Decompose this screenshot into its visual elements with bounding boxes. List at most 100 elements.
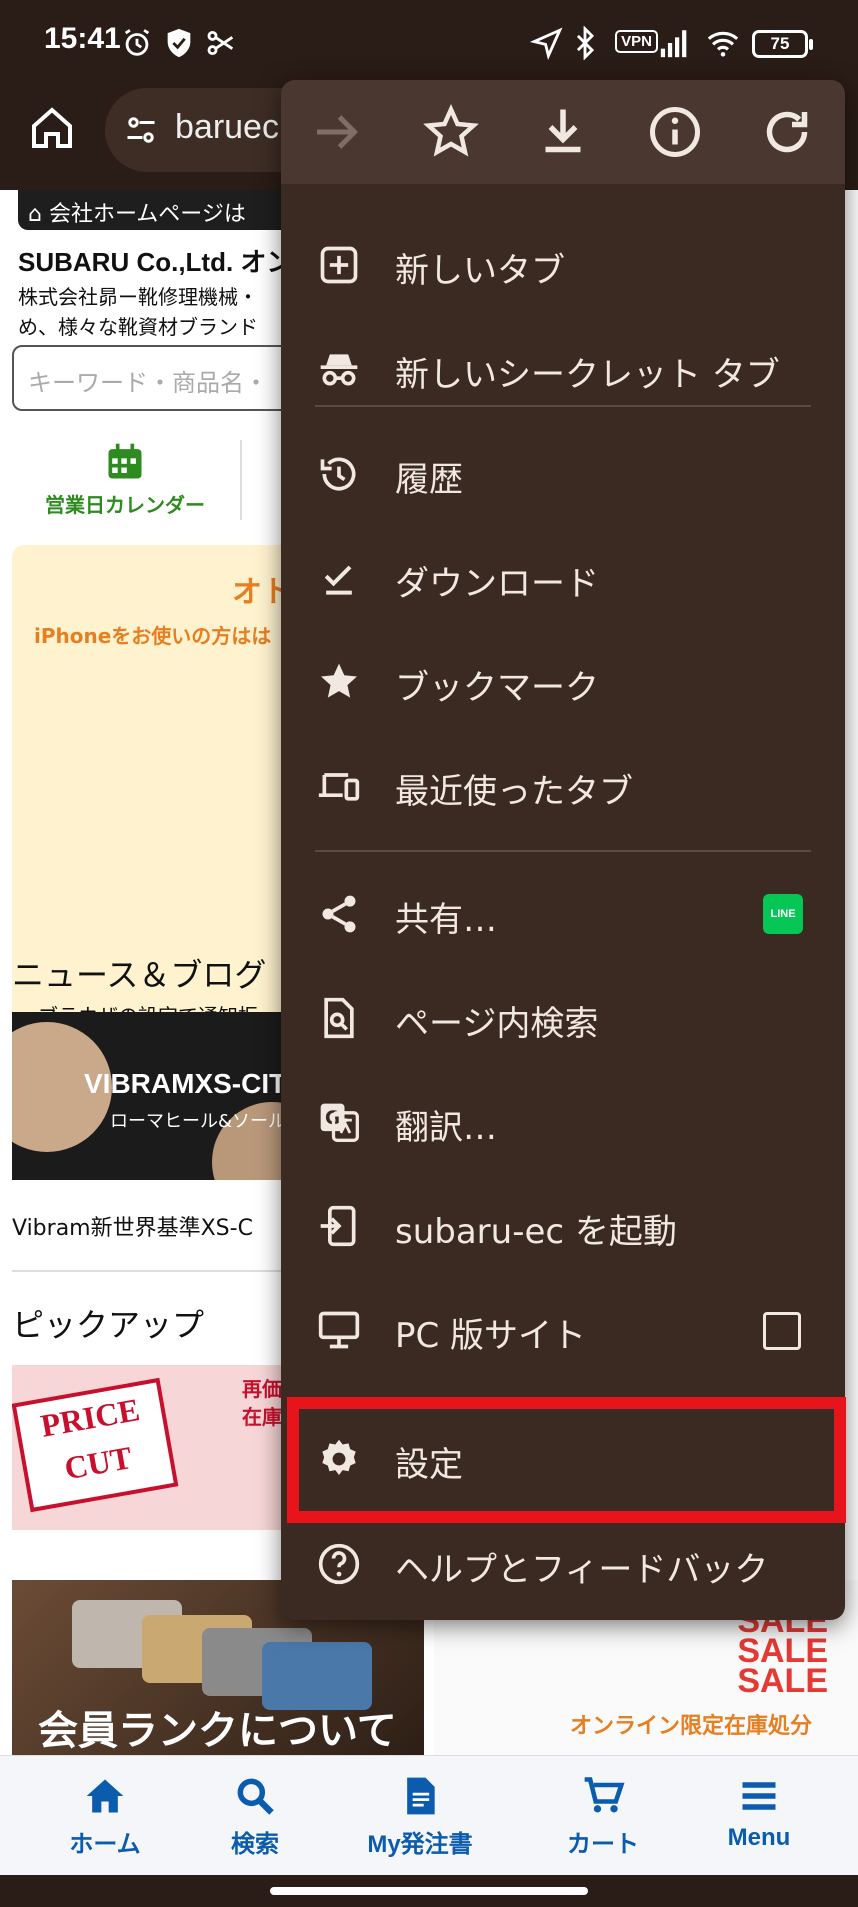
menu-item-settings[interactable]: 設定 (281, 1407, 845, 1511)
sale-text: SALE (737, 1662, 828, 1700)
alarm-icon (124, 29, 150, 56)
menu-item-recent-tabs[interactable]: 最近使ったタブ (281, 734, 845, 838)
menu-item-translate[interactable]: G 翻訳… (281, 1070, 845, 1174)
star-icon[interactable] (421, 102, 481, 162)
find-in-page-icon (324, 997, 354, 1039)
incognito-icon (320, 354, 358, 386)
devices-icon (318, 773, 360, 801)
nav-label: Menu (727, 1824, 791, 1851)
menu-item-label: subaru-ec を起動 (395, 1212, 677, 1252)
menu-item-label: ページ内検索 (395, 1004, 599, 1044)
cart-icon (584, 1777, 625, 1813)
menu-icon (742, 1782, 776, 1810)
url-text: baruec. (175, 108, 289, 146)
nav-label: My発注書 (367, 1831, 473, 1858)
location-icon (530, 27, 563, 60)
sale-subtitle: オンライン限定在庫処分 (570, 1714, 813, 1739)
nav-home[interactable]: ホーム (30, 1774, 180, 1859)
gesture-bar (0, 1875, 858, 1907)
company-description: 株式会社昴ー靴修理機械・ め、様々な靴資材ブランド (18, 282, 278, 342)
bookmark-star-icon (321, 663, 357, 698)
description-line: 株式会社昴ー靴修理機械・ (18, 285, 258, 309)
open-app-icon (320, 1205, 356, 1247)
clock: 15:41 (44, 22, 121, 55)
calendar-icon (108, 443, 142, 479)
nav-label: カート (567, 1831, 639, 1858)
line-app-icon[interactable]: LINE (763, 894, 803, 934)
refresh-icon[interactable] (757, 102, 817, 162)
menu-item-label: 共有… (395, 900, 497, 940)
desktop-site-checkbox[interactable] (763, 1312, 801, 1350)
home-icon (86, 1779, 124, 1813)
new-tab-icon (320, 246, 358, 284)
nav-menu[interactable]: Menu (684, 1774, 834, 1852)
bottom-nav: ホーム 検索 My発注書 カート Menu (0, 1755, 858, 1875)
menu-item-label: 新しいシークレット タブ (395, 355, 780, 395)
menu-item-label: PC 版サイト (395, 1316, 587, 1356)
menu-item-desktop-site[interactable]: PC 版サイト (281, 1278, 845, 1382)
nav-search[interactable]: 検索 (180, 1774, 330, 1859)
menu-item-label: 新しいタブ (395, 251, 565, 291)
history-icon (320, 457, 356, 491)
pickup-heading: ピックアップ (12, 1306, 205, 1344)
menu-item-label: 翻訳… (395, 1108, 497, 1148)
share-icon (322, 895, 356, 933)
calendar-label: 営業日カレンダー (45, 493, 205, 517)
news-heading: ニュース＆ブログ (12, 956, 267, 994)
search-icon (237, 1778, 274, 1815)
info-icon[interactable] (645, 102, 705, 162)
menu-item-history[interactable]: 履歴 (281, 422, 845, 526)
scissors-icon (207, 30, 234, 56)
nav-cart[interactable]: カート (528, 1774, 678, 1859)
shield-icon (167, 28, 191, 58)
menu-separator (315, 850, 811, 852)
nav-order[interactable]: My発注書 (345, 1774, 495, 1859)
menu-item-label: ブックマーク (395, 668, 599, 708)
document-icon (407, 1777, 435, 1815)
nav-label: 検索 (231, 1831, 279, 1858)
promo-iphone-text: iPhoneをお使いの方はは (34, 624, 272, 648)
download-icon[interactable] (533, 102, 593, 162)
menu-item-share[interactable]: 共有… LINE (281, 862, 845, 966)
gesture-handle[interactable] (270, 1887, 588, 1895)
signal-icon (660, 30, 687, 58)
notice-text: 会社ホームページは (48, 202, 246, 227)
description-line: め、様々な靴資材ブランド (18, 315, 258, 339)
nav-label: ホーム (69, 1831, 141, 1858)
menu-item-label: 最近使ったタブ (395, 772, 633, 812)
vpn-badge: VPN (615, 30, 658, 53)
news-title-link[interactable]: Vibram新世界基準XS-C (12, 1210, 253, 1242)
home-button[interactable] (28, 104, 76, 152)
price-cut-stamp: PRICE CUT (12, 1377, 179, 1513)
download-check-icon (324, 565, 352, 595)
menu-item-label: 設定 (395, 1445, 463, 1485)
calendar-link[interactable]: 営業日カレンダー (40, 440, 210, 518)
menu-item-find-in-page[interactable]: ページ内検索 (281, 966, 845, 1070)
home-small-icon: ⌂ (28, 202, 49, 227)
company-name: SUBARU Co.,Ltd. オン (18, 247, 293, 277)
site-search-input[interactable]: キーワード・商品名・ (12, 345, 312, 411)
site-settings-icon[interactable] (123, 112, 159, 148)
menu-item-label: ダウンロード (395, 564, 599, 604)
menu-item-label: 履歴 (395, 460, 463, 500)
menu-item-bookmarks[interactable]: ブックマーク (281, 630, 845, 734)
divider (240, 440, 242, 520)
menu-item-downloads[interactable]: ダウンロード (281, 526, 845, 630)
price-cut-text: PRICE CUT (37, 1391, 143, 1487)
status-bar: 15:41 VPN 75 (0, 0, 858, 90)
translate-icon: G (320, 1103, 359, 1142)
bluetooth-icon (576, 26, 595, 60)
browser-overflow-menu: 新しいタブ 新しいシークレット タブ 履歴 ダウンロード ブックマーク 最近使っ… (281, 80, 845, 1620)
forward-icon[interactable] (307, 102, 367, 162)
menu-item-help[interactable]: ヘルプとフィードバック (281, 1512, 845, 1616)
news-image-subtitle: ローマヒール&ソール (110, 1111, 287, 1132)
help-icon (318, 1543, 360, 1585)
menu-action-bar (281, 80, 845, 184)
news-image-title: VIBRAMXS-CITY (84, 1068, 305, 1099)
menu-item-open-app[interactable]: subaru-ec を起動 (281, 1174, 845, 1278)
wifi-icon (707, 31, 739, 57)
member-rank-text: 会員ランクについて (38, 1708, 397, 1754)
battery-indicator: 75 (752, 30, 813, 58)
menu-item-label: ヘルプとフィードバック (395, 1550, 769, 1590)
menu-item-new-tab[interactable]: 新しいタブ (281, 213, 845, 317)
